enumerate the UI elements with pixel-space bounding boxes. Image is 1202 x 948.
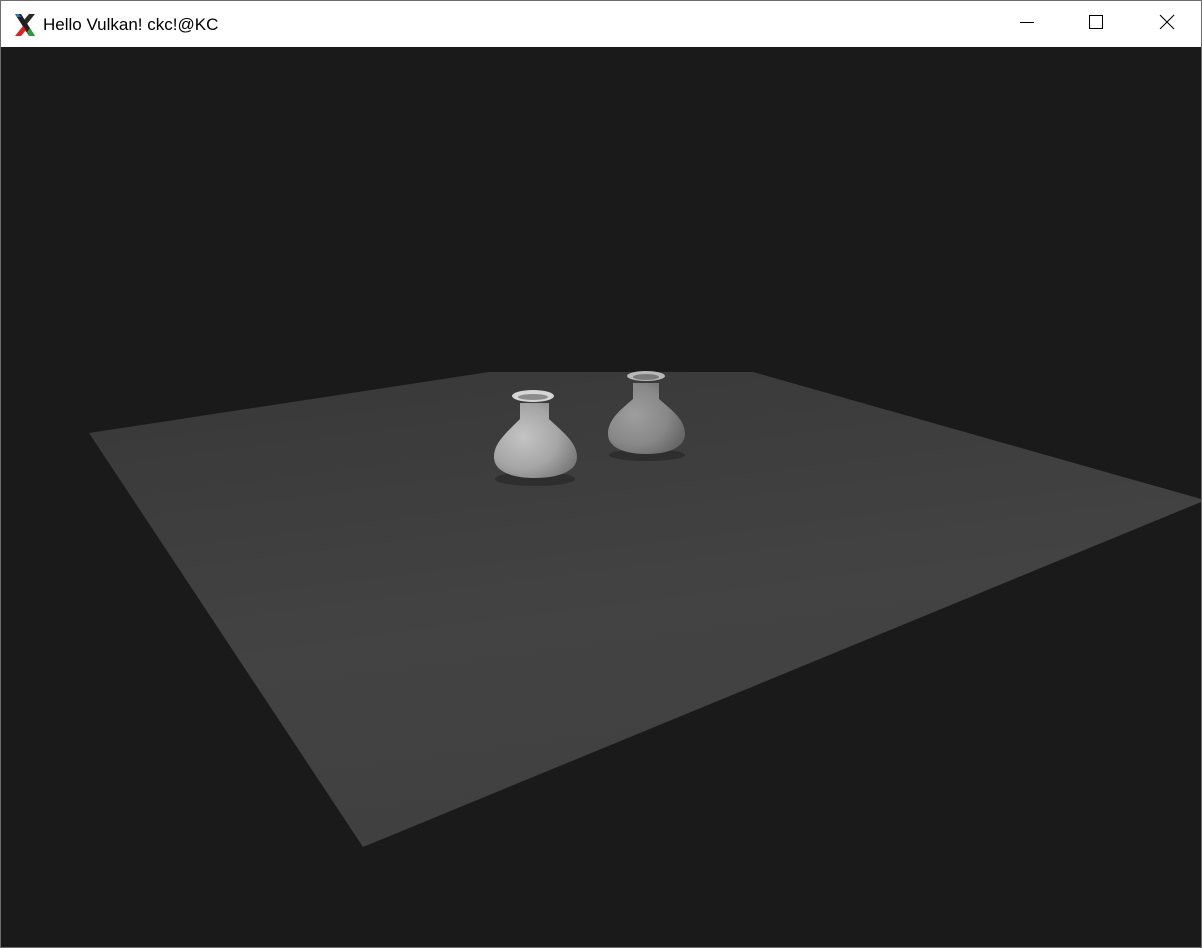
close-icon [1159,14,1175,35]
maximize-button[interactable] [1073,1,1119,47]
minimize-button[interactable] [1004,1,1050,47]
x-server-logo-icon [13,13,37,37]
maximize-icon [1088,14,1104,35]
app-window: Hello Vulkan! ckc!@KC [0,0,1202,948]
minimize-icon [1019,14,1035,35]
close-button[interactable] [1144,1,1190,47]
scene-canvas [89,371,1201,847]
title-bar[interactable]: Hello Vulkan! ckc!@KC [1,1,1201,47]
render-viewport[interactable] [1,47,1201,947]
window-title: Hello Vulkan! ckc!@KC [43,15,219,34]
